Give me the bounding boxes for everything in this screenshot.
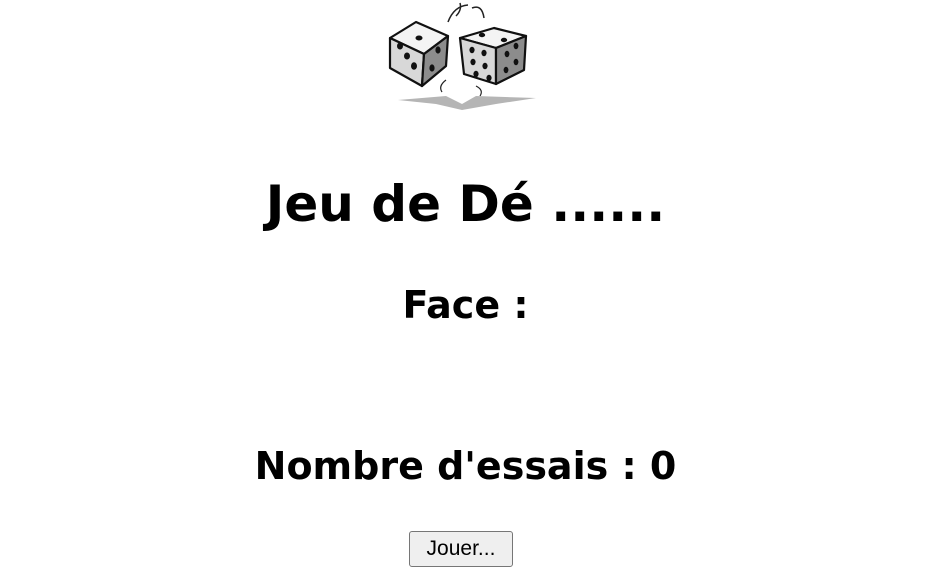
face-result: Face : <box>0 282 931 328</box>
tries-counter: Nombre d'essais : 0 <box>0 443 931 489</box>
page-title: Jeu de Dé ...... <box>265 175 666 233</box>
tries-label: Nombre d'essais : <box>254 444 637 488</box>
dice-icon <box>376 0 546 120</box>
tries-value: 0 <box>649 444 677 488</box>
face-label: Face : <box>402 283 529 327</box>
play-button[interactable]: Jouer... <box>409 531 513 567</box>
